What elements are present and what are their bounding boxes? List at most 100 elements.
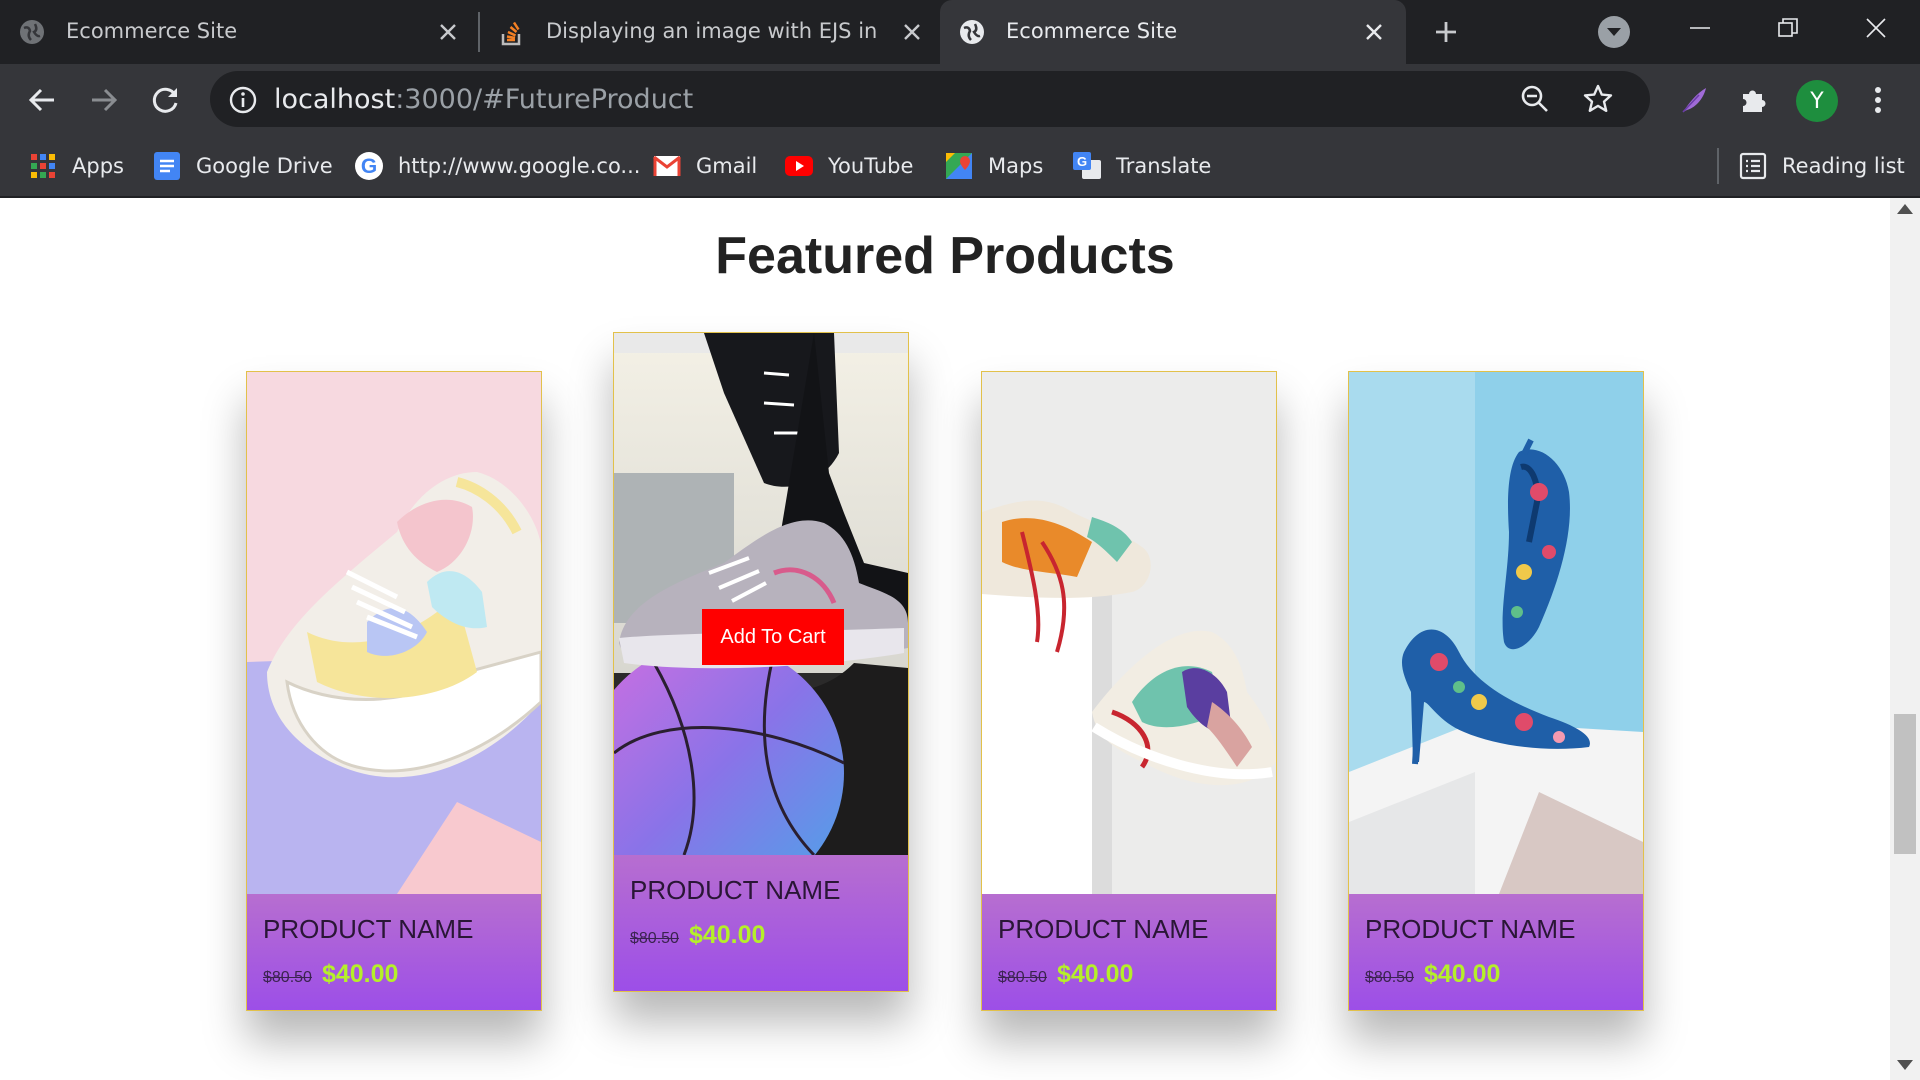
bookmark-label: Gmail xyxy=(696,154,758,178)
close-icon[interactable] xyxy=(900,20,924,44)
chevron-down-icon xyxy=(1607,28,1621,36)
bookmark-google-drive[interactable]: Google Drive xyxy=(152,146,333,186)
close-icon[interactable] xyxy=(436,20,460,44)
product-name: PRODUCT NAME xyxy=(1365,914,1576,944)
add-to-cart-button[interactable]: Add To Cart xyxy=(702,609,844,665)
product-prices: $80.50 $40.00 xyxy=(998,960,1133,989)
address-bar[interactable]: localhost:3000/#FutureProduct xyxy=(210,71,1650,127)
bookmark-star-icon[interactable] xyxy=(1582,83,1614,115)
product-card[interactable]: PRODUCT NAME $80.50 $40.00 xyxy=(981,371,1277,1011)
old-price: $80.50 xyxy=(263,969,312,986)
puzzle-piece-icon xyxy=(1743,90,1766,112)
product-info: PRODUCT NAME $80.50 $40.00 xyxy=(614,855,908,991)
tab-search-button[interactable] xyxy=(1598,16,1630,48)
extensions-button[interactable] xyxy=(1732,78,1776,122)
bookmark-apps[interactable]: Apps xyxy=(28,146,124,186)
maps-icon xyxy=(944,151,974,181)
product-name: PRODUCT NAME xyxy=(998,914,1209,944)
bookmark-google[interactable]: G http://www.google.co... xyxy=(354,146,640,186)
scroll-up-arrow-icon[interactable] xyxy=(1897,204,1913,214)
apps-grid-icon xyxy=(28,151,58,181)
bookmark-label: Google Drive xyxy=(196,154,333,178)
feather-icon xyxy=(1682,88,1706,113)
product-image-pastel-sneaker[interactable] xyxy=(247,372,541,894)
tab-title: Ecommerce Site xyxy=(1006,19,1178,43)
bookmark-youtube[interactable]: YouTube xyxy=(784,146,913,186)
forward-button[interactable] xyxy=(82,78,126,122)
profile-avatar[interactable]: Y xyxy=(1796,80,1838,122)
old-price: $80.50 xyxy=(1365,969,1414,986)
product-image-two-sneakers[interactable] xyxy=(982,372,1276,894)
url-path: :3000/#FutureProduct xyxy=(395,84,694,115)
bookmark-separator xyxy=(1717,148,1719,184)
youtube-icon xyxy=(784,151,814,181)
product-info: PRODUCT NAME $80.50 $40.00 xyxy=(247,894,541,1010)
product-prices: $80.50 $40.00 xyxy=(630,921,765,950)
current-price: $40.00 xyxy=(321,960,399,988)
reload-button[interactable] xyxy=(144,78,188,122)
browser-toolbar: localhost:3000/#FutureProduct Y xyxy=(0,64,1920,134)
product-card[interactable]: PRODUCT NAME $80.50 $40.00 xyxy=(246,371,542,1011)
close-window-button[interactable] xyxy=(1832,0,1920,56)
bookmark-label: YouTube xyxy=(828,154,914,178)
bookmark-label: Translate xyxy=(1116,154,1212,178)
page-content: Featured Products PRODUCT NAME $80.50 $4… xyxy=(0,198,1890,1080)
globe-icon xyxy=(958,18,986,46)
gmail-icon xyxy=(652,151,682,181)
scroll-down-arrow-icon[interactable] xyxy=(1897,1060,1913,1070)
kebab-menu-icon xyxy=(1875,87,1881,113)
page-scrollbar[interactable] xyxy=(1890,198,1920,1080)
product-name: PRODUCT NAME xyxy=(263,914,474,944)
section-heading: Featured Products xyxy=(715,227,1175,285)
old-price: $80.50 xyxy=(630,930,679,947)
stackoverflow-icon xyxy=(498,18,526,46)
bookmark-label: Apps xyxy=(72,154,124,178)
tab-title: Displaying an image with EJS in nod xyxy=(546,19,878,43)
reading-list-label: Reading list xyxy=(1782,154,1905,178)
minimize-button[interactable] xyxy=(1656,0,1744,56)
url-text[interactable]: localhost:3000/#FutureProduct xyxy=(274,84,693,115)
current-price: $40.00 xyxy=(688,921,766,949)
old-price: $80.50 xyxy=(998,969,1047,986)
translate-icon: G xyxy=(1072,151,1102,181)
url-host: localhost xyxy=(274,84,396,115)
bookmark-gmail[interactable]: Gmail xyxy=(652,146,757,186)
menu-button[interactable] xyxy=(1856,78,1900,122)
tab-ecommerce-1[interactable]: Ecommerce Site xyxy=(0,0,478,64)
tab-ecommerce-active[interactable]: Ecommerce Site xyxy=(940,0,1406,64)
product-image-sneaker-on-basketball[interactable] xyxy=(614,333,908,855)
reload-icon xyxy=(152,87,178,113)
svg-text:G: G xyxy=(1077,154,1087,169)
product-name: PRODUCT NAME xyxy=(630,875,841,905)
product-image-floral-heels[interactable] xyxy=(1349,372,1643,894)
product-info: PRODUCT NAME $80.50 $40.00 xyxy=(982,894,1276,1010)
product-prices: $80.50 $40.00 xyxy=(263,960,398,989)
bookmark-label: http://www.google.co... xyxy=(398,154,641,178)
product-prices: $80.50 $40.00 xyxy=(1365,960,1500,989)
reading-list-icon xyxy=(1738,151,1768,181)
svg-text:G: G xyxy=(361,155,377,178)
tab-title: Ecommerce Site xyxy=(66,19,238,43)
bookmark-translate[interactable]: G Translate xyxy=(1072,146,1211,186)
zoom-out-icon[interactable] xyxy=(1520,84,1550,114)
close-icon[interactable] xyxy=(1362,20,1386,44)
tab-strip: Ecommerce Site Displaying an image with … xyxy=(0,0,1920,64)
product-card[interactable]: PRODUCT NAME $80.50 $40.00 xyxy=(1348,371,1644,1011)
restore-button[interactable] xyxy=(1744,0,1832,56)
back-arrow-icon xyxy=(28,88,54,112)
bookmark-label: Maps xyxy=(988,154,1044,178)
back-button[interactable] xyxy=(20,78,64,122)
current-price: $40.00 xyxy=(1056,960,1134,988)
forward-arrow-icon xyxy=(92,88,118,112)
current-price: $40.00 xyxy=(1423,960,1501,988)
scrollbar-thumb[interactable] xyxy=(1894,714,1916,854)
product-info: PRODUCT NAME $80.50 $40.00 xyxy=(1349,894,1643,1010)
info-icon[interactable] xyxy=(228,85,258,115)
extension-feather-button[interactable] xyxy=(1672,78,1716,122)
bookmark-maps[interactable]: Maps xyxy=(944,146,1043,186)
tab-stackoverflow[interactable]: Displaying an image with EJS in nod xyxy=(480,0,940,64)
product-card[interactable]: Add To Cart PRODUCT NAME $80.50 $40.00 xyxy=(613,332,909,992)
bookmarks-bar: Apps Google Drive G http://www.google.co… xyxy=(0,134,1920,198)
reading-list-button[interactable]: Reading list xyxy=(1738,146,1905,186)
new-tab-button[interactable] xyxy=(1430,16,1462,48)
